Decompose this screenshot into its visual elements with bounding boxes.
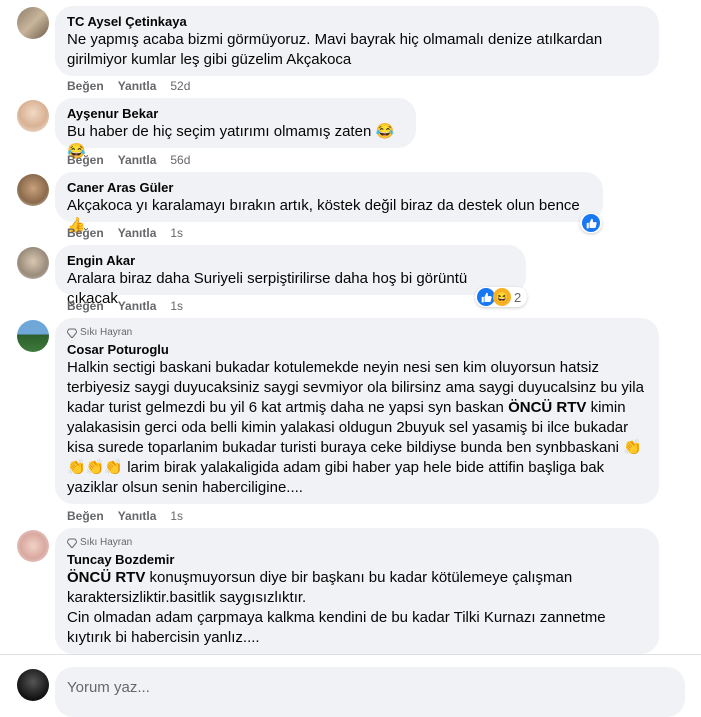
like-icon [582, 214, 600, 232]
comment-bubble: Ayşenur Bekar Bu haber de hiç seçim yatı… [55, 98, 416, 160]
fan-badge-label: Sıkı Hayran [80, 537, 133, 548]
comment-bubble: TC Aysel Çetinkaya Ne yapmış acaba bizmi… [55, 6, 659, 76]
fan-badge: Sıkı Hayran [67, 326, 647, 340]
comment-time[interactable]: 52d [170, 78, 190, 94]
like-button[interactable]: Beğen [67, 152, 104, 168]
comment-time[interactable]: 1s [170, 298, 183, 314]
comment-actions: Beğen Yanıtla 1s [67, 508, 183, 524]
comment-bubble: Sıkı Hayran Tuncay Bozdemir ÖNCÜ RTV kon… [55, 528, 659, 654]
comment-text: Halkin sectigi baskani bukadar kotulemek… [67, 358, 647, 498]
comment-author[interactable]: Cosar Poturoglu [67, 342, 647, 358]
comment-text-part: konuşmuyorsun diye bir başkanı bu kadar … [67, 569, 606, 646]
comment-composer: Yorum yaz... [0, 654, 701, 717]
avatar[interactable] [17, 174, 49, 206]
comment-input[interactable]: Yorum yaz... [55, 667, 685, 717]
comment-author[interactable]: Ayşenur Bekar [67, 106, 404, 122]
avatar[interactable] [17, 530, 49, 562]
reply-button[interactable]: Yanıtla [118, 298, 157, 314]
like-button[interactable]: Beğen [67, 298, 104, 314]
diamond-icon [67, 538, 77, 548]
avatar[interactable] [17, 320, 49, 352]
comment-author[interactable]: Caner Aras Güler [67, 180, 591, 196]
mentioned-page[interactable]: ÖNCÜ RTV [67, 569, 145, 586]
comment-input-placeholder: Yorum yaz... [67, 679, 150, 696]
reply-button[interactable]: Yanıtla [118, 78, 157, 94]
comment-actions: Beğen Yanıtla 56d [67, 152, 190, 168]
avatar[interactable] [17, 100, 49, 132]
like-button[interactable]: Beğen [67, 225, 104, 241]
diamond-icon [67, 328, 77, 338]
current-user-avatar[interactable] [17, 669, 49, 701]
fan-badge-label: Sıkı Hayran [80, 327, 133, 338]
comment-time[interactable]: 56d [170, 152, 190, 168]
comment-text: Ne yapmış acaba bizmi görmüyoruz. Mavi b… [67, 31, 607, 68]
comment-author[interactable]: Tuncay Bozdemir [67, 552, 647, 568]
comment-bubble: Sıkı Hayran Cosar Poturoglu Halkin secti… [55, 318, 659, 504]
avatar[interactable] [17, 7, 49, 39]
reaction-summary[interactable]: 😆 2 [475, 287, 528, 307]
comment-author[interactable]: Engin Akar [67, 253, 514, 269]
reaction-count: 2 [514, 289, 522, 305]
comment-actions: Beğen Yanıtla 52d [67, 78, 190, 94]
avatar[interactable] [17, 247, 49, 279]
fan-badge: Sıkı Hayran [67, 536, 647, 550]
reaction-summary[interactable] [580, 213, 602, 233]
comment-bubble: Caner Aras Güler Akçakoca yı karalamayı … [55, 172, 603, 234]
mentioned-page[interactable]: ÖNCÜ RTV [508, 399, 586, 416]
reply-button[interactable]: Yanıtla [118, 152, 157, 168]
comment-time[interactable]: 1s [170, 508, 183, 524]
comment-author[interactable]: TC Aysel Çetinkaya [67, 14, 647, 30]
like-button[interactable]: Beğen [67, 78, 104, 94]
comment-time[interactable]: 1s [170, 225, 183, 241]
comment-text: ÖNCÜ RTV konuşmuyorsun diye bir başkanı … [67, 568, 647, 648]
reply-button[interactable]: Yanıtla [118, 508, 157, 524]
haha-icon: 😆 [493, 288, 511, 306]
comment-actions: Beğen Yanıtla 1s [67, 225, 183, 241]
comment-actions: Beğen Yanıtla 1s [67, 298, 183, 314]
like-button[interactable]: Beğen [67, 508, 104, 524]
reply-button[interactable]: Yanıtla [118, 225, 157, 241]
comment-bubble: Engin Akar Aralara biraz daha Suriyeli s… [55, 245, 526, 307]
